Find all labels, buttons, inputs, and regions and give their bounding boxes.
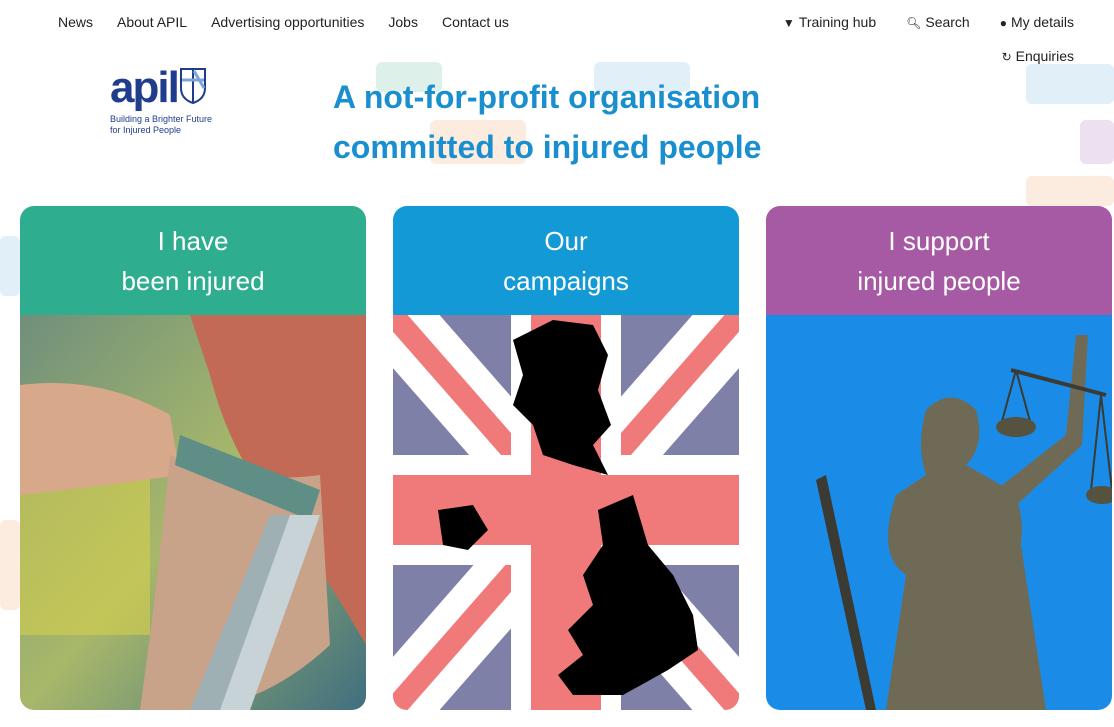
enquiries-label: Enquiries — [1015, 48, 1074, 64]
card-title-line1: I support — [888, 225, 990, 256]
logo-wordmark: apil — [110, 63, 180, 112]
apil-logo[interactable]: apil Building a Brighter Future for Inju… — [110, 63, 230, 136]
search-link[interactable]: 🔍︎ Search — [906, 14, 970, 30]
logo-tagline-line2: for Injured People — [110, 125, 182, 135]
card-our-campaigns[interactable]: Our campaigns — [393, 206, 739, 710]
card-title-line1: Our — [544, 225, 588, 256]
shield-icon — [179, 68, 206, 104]
logo-tagline: Building a Brighter Future for Injured P… — [110, 114, 230, 136]
hero-line1: A not-for-profit organisation — [333, 79, 761, 115]
card-been-injured[interactable]: I have been injured — [20, 206, 366, 710]
nav-news[interactable]: News — [58, 14, 93, 30]
bg-tile — [0, 520, 20, 610]
my-details-label: My details — [1010, 14, 1074, 30]
utility-nav: ▼ Training hub 🔍︎ Search ● My details — [783, 14, 1074, 30]
my-details-link[interactable]: ● My details — [1000, 14, 1074, 30]
card-title-line2: campaigns — [503, 265, 629, 296]
uk-map-union-flag — [393, 315, 739, 710]
main-nav: News About APIL Advertising opportunitie… — [58, 14, 509, 30]
hero-heading: A not-for-profit organisation committed … — [333, 72, 761, 172]
training-hub-link[interactable]: ▼ Training hub — [783, 14, 876, 30]
nav-about-apil[interactable]: About APIL — [117, 14, 187, 30]
card-title-line2: been injured — [121, 265, 265, 296]
bg-tile — [1026, 64, 1114, 104]
card-header: I have been injured — [20, 206, 366, 315]
refresh-icon: ↻ — [1001, 50, 1012, 64]
lady-justice-statue — [766, 315, 1112, 710]
card-header: Our campaigns — [393, 206, 739, 315]
enquiries-link[interactable]: ↻ Enquiries — [1002, 48, 1074, 64]
graduation-cap-icon: ▼ — [782, 16, 795, 30]
card-title-line2: injured people — [857, 265, 1021, 296]
logo-tagline-line1: Building a Brighter Future — [110, 114, 213, 124]
card-title-line1: I have — [157, 225, 229, 256]
training-hub-label: Training hub — [798, 14, 877, 30]
bg-tile — [1026, 176, 1114, 206]
search-label: Search — [925, 14, 970, 30]
nav-advertising[interactable]: Advertising opportunities — [211, 14, 364, 30]
bg-tile — [0, 236, 20, 296]
search-icon: 🔍︎ — [906, 16, 922, 30]
bg-tile — [1080, 120, 1114, 164]
hero-line2: committed to injured people — [333, 129, 762, 165]
nav-contact-us[interactable]: Contact us — [442, 14, 509, 30]
user-icon: ● — [999, 16, 1007, 30]
crutch-handshake-photo — [20, 315, 366, 710]
card-support-injured[interactable]: I support injured people — [766, 206, 1112, 710]
nav-jobs[interactable]: Jobs — [388, 14, 418, 30]
card-header: I support injured people — [766, 206, 1112, 315]
